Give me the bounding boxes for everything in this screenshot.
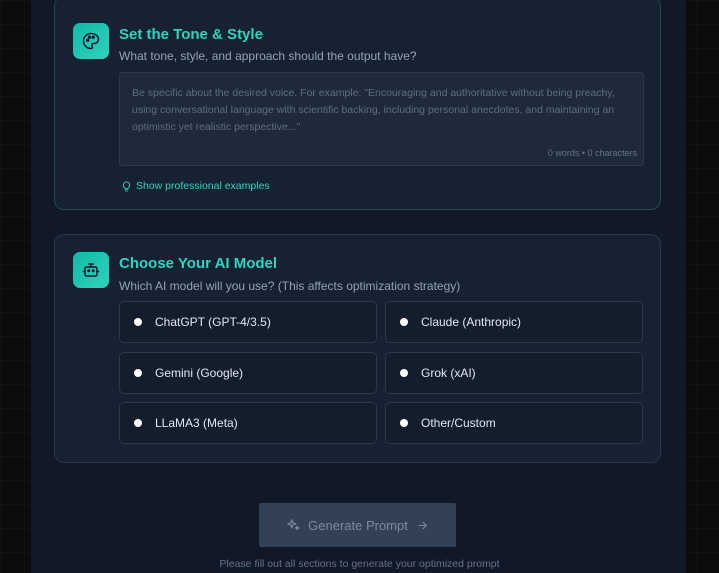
generate-label: Generate Prompt	[308, 517, 408, 533]
model-option-label: ChatGPT (GPT-4/3.5)	[155, 315, 271, 329]
radio-button[interactable]	[400, 419, 408, 427]
tone-style-card: Set the Tone & Style What tone, style, a…	[54, 0, 661, 210]
model-option-chatgpt[interactable]: ChatGPT (GPT-4/3.5)	[119, 301, 377, 343]
generate-prompt-button[interactable]: Generate Prompt	[259, 503, 456, 547]
robot-icon	[73, 252, 109, 288]
sparkles-icon	[287, 519, 300, 531]
radio-button[interactable]	[134, 419, 142, 427]
palette-icon	[73, 23, 109, 59]
model-option-label: LLaMA3 (Meta)	[155, 416, 238, 430]
model-option-label: Other/Custom	[421, 416, 496, 430]
model-card-title: Choose Your AI Model	[119, 255, 278, 272]
radio-button[interactable]	[134, 318, 142, 326]
tone-card-subtitle: What tone, style, and approach should th…	[119, 49, 417, 63]
model-option-gemini[interactable]: Gemini (Google)	[119, 352, 377, 394]
model-card-subtitle: Which AI model will you use? (This affec…	[119, 279, 461, 293]
radio-button[interactable]	[134, 369, 142, 377]
model-option-other[interactable]: Other/Custom	[385, 402, 643, 444]
generate-hint: Please fill out all sections to generate…	[219, 558, 500, 570]
tone-textarea[interactable]: Be specific about the desired voice. For…	[119, 72, 644, 166]
char-counter: 0 words • 0 characters	[547, 148, 637, 158]
arrow-right-icon	[418, 521, 427, 529]
model-option-claude[interactable]: Claude (Anthropic)	[385, 301, 643, 343]
show-examples-label: Show professional examples	[136, 180, 270, 192]
radio-button[interactable]	[400, 369, 408, 377]
model-option-grok[interactable]: Grok (xAI)	[385, 352, 643, 394]
radio-button[interactable]	[400, 318, 408, 326]
model-option-label: Grok (xAI)	[421, 366, 476, 380]
tone-placeholder: Be specific about the desired voice. For…	[132, 87, 615, 133]
model-option-label: Claude (Anthropic)	[421, 315, 522, 329]
show-examples-link[interactable]: Show professional examples	[121, 180, 270, 192]
tone-card-title: Set the Tone & Style	[119, 26, 263, 43]
lightbulb-icon	[122, 180, 131, 192]
model-option-label: Gemini (Google)	[155, 366, 244, 380]
model-option-llama[interactable]: LLaMA3 (Meta)	[119, 402, 377, 444]
